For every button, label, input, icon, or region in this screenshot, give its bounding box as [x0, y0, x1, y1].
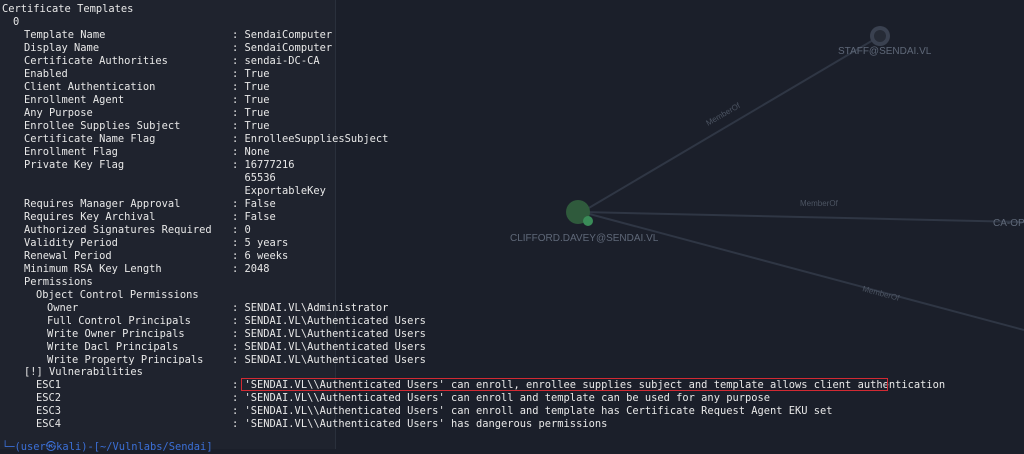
template-field-key: Enabled: [24, 68, 68, 80]
template-field-key: Certificate Name Flag: [24, 133, 156, 145]
template-field-value: : 16777216: [232, 159, 295, 171]
terminal-output[interactable]: Certificate Templates 0 Template Name : S…: [0, 0, 1024, 453]
vulnerability-row: ESC2 : 'SENDAI.VL\\Authenticated Users' c…: [0, 392, 1024, 405]
permission-row: Owner : SENDAI.VL\Administrator: [0, 302, 1024, 315]
section-title: Certificate Templates: [2, 3, 134, 15]
template-field: Certificate Authorities : sendai-DC-CA: [0, 55, 1024, 68]
vulnerability-row-key: ESC3: [36, 405, 62, 417]
template-field: Display Name : SendaiComputer: [0, 42, 1024, 55]
template-field-key: Minimum RSA Key Length: [24, 263, 162, 275]
permission-row-value: : SENDAI.VL\Authenticated Users: [232, 328, 426, 340]
template-field-value: : True: [232, 68, 270, 80]
template-field: Authorized Signatures Required : 0: [0, 224, 1024, 237]
template-field-value: : SendaiComputer: [232, 29, 333, 41]
template-field-key: Enrollee Supplies Subject: [24, 120, 181, 132]
vulnerability-row-key: ESC1: [36, 379, 62, 391]
template-field-value: : None: [232, 146, 270, 158]
template-field-value: : SendaiComputer: [232, 42, 333, 54]
permission-row: Write Dacl Principals : SENDAI.VL\Authent…: [0, 341, 1024, 354]
template-field-value: ExportableKey: [232, 185, 326, 197]
template-field-value: : 6 weeks: [232, 250, 289, 262]
permission-row-key: Full Control Principals: [47, 315, 191, 327]
template-field-key: Renewal Period: [24, 250, 112, 262]
template-field-value: : True: [232, 94, 270, 106]
permission-row-value: : SENDAI.VL\Authenticated Users: [232, 341, 426, 353]
vulnerability-row-value: : 'SENDAI.VL\\Authenticated Users' can e…: [232, 405, 833, 417]
template-field-value: : True: [232, 81, 270, 93]
template-field-key: Template Name: [24, 29, 106, 41]
template-field: Minimum RSA Key Length : 2048: [0, 263, 1024, 276]
template-field-value: : sendai-DC-CA: [232, 55, 320, 67]
template-field-key: Any Purpose: [24, 107, 93, 119]
permission-row-key: Write Dacl Principals: [47, 341, 179, 353]
vulnerability-row: ESC4 : 'SENDAI.VL\\Authenticated Users' h…: [0, 418, 1024, 431]
template-field-value: : 5 years: [232, 237, 289, 249]
permission-row: Write Property Principals: SENDAI.VL\Aut…: [0, 354, 1024, 367]
template-field-key: Private Key Flag: [24, 159, 125, 171]
esc1-highlight-box: [241, 378, 888, 391]
template-field: Enabled : True: [0, 68, 1024, 81]
template-field-key: Certificate Authorities: [24, 55, 168, 67]
template-field-value: : 0: [232, 224, 251, 236]
permission-row: Full Control Principals : SENDAI.VL\Authe…: [0, 315, 1024, 328]
template-field-value: : EnrolleeSuppliesSubject: [232, 133, 389, 145]
permission-row-value: : SENDAI.VL\Authenticated Users: [232, 354, 426, 366]
template-field: Any Purpose : True: [0, 107, 1024, 120]
template-field-value: : False: [232, 198, 276, 210]
template-index: 0: [13, 16, 20, 28]
template-field-key: Enrollment Flag: [24, 146, 118, 158]
vulnerability-row-key: ESC2: [36, 392, 62, 404]
template-field-key: Validity Period: [24, 237, 118, 249]
vulnerability-row: ESC3 : 'SENDAI.VL\\Authenticated Users' c…: [0, 405, 1024, 418]
template-field-value: : False: [232, 211, 276, 223]
template-field: Template Name : SendaiComputer: [0, 29, 1024, 42]
template-field: Private Key Flag : 16777216: [0, 159, 1024, 172]
template-field: Requires Manager Approval : False: [0, 198, 1024, 211]
template-field: Enrollment Flag : None: [0, 146, 1024, 159]
permission-row-value: : SENDAI.VL\Authenticated Users: [232, 315, 426, 327]
permissions-label: Permissions: [24, 276, 93, 288]
template-field: Renewal Period : 6 weeks: [0, 250, 1024, 263]
template-field: Requires Key Archival : False: [0, 211, 1024, 224]
template-field: ExportableKey: [0, 185, 1024, 198]
object-control-permissions-label: Object Control Permissions: [36, 289, 199, 301]
template-field: Enrollment Agent : True: [0, 94, 1024, 107]
template-field-value: : True: [232, 120, 270, 132]
vulnerability-row-value: : 'SENDAI.VL\\Authenticated Users' can e…: [232, 392, 770, 404]
vulnerability-row-value: : 'SENDAI.VL\\Authenticated Users' has d…: [232, 418, 608, 430]
template-field-value: : True: [232, 107, 270, 119]
template-field-key: Authorized Signatures Required: [24, 224, 212, 236]
template-field: 65536: [0, 172, 1024, 185]
permission-row-key: Write Owner Principals: [47, 328, 185, 340]
template-field-key: Requires Key Archival: [24, 211, 156, 223]
template-field-key: Client Authentication: [24, 81, 156, 93]
shell-prompt: └─(user㉿kali)-[~/Vulnlabs/Sendai]: [2, 441, 213, 453]
template-field: Certificate Name Flag : EnrolleeSuppliesS…: [0, 133, 1024, 146]
template-field: Enrollee Supplies Subject : True: [0, 120, 1024, 133]
template-field: Validity Period : 5 years: [0, 237, 1024, 250]
vulnerabilities-label: [!] Vulnerabilities: [24, 366, 143, 378]
template-field-value: 65536: [232, 172, 276, 184]
template-field-key: Enrollment Agent: [24, 94, 125, 106]
template-field-key: Display Name: [24, 42, 100, 54]
template-field-key: Requires Manager Approval: [24, 198, 181, 210]
template-field: Client Authentication : True: [0, 81, 1024, 94]
vulnerability-row-key: ESC4: [36, 418, 62, 430]
permission-row: Write Owner Principals : SENDAI.VL\Authen…: [0, 328, 1024, 341]
permission-row-key: Owner: [47, 302, 79, 314]
template-field-value: : 2048: [232, 263, 270, 275]
permission-row-value: : SENDAI.VL\Administrator: [232, 302, 389, 314]
